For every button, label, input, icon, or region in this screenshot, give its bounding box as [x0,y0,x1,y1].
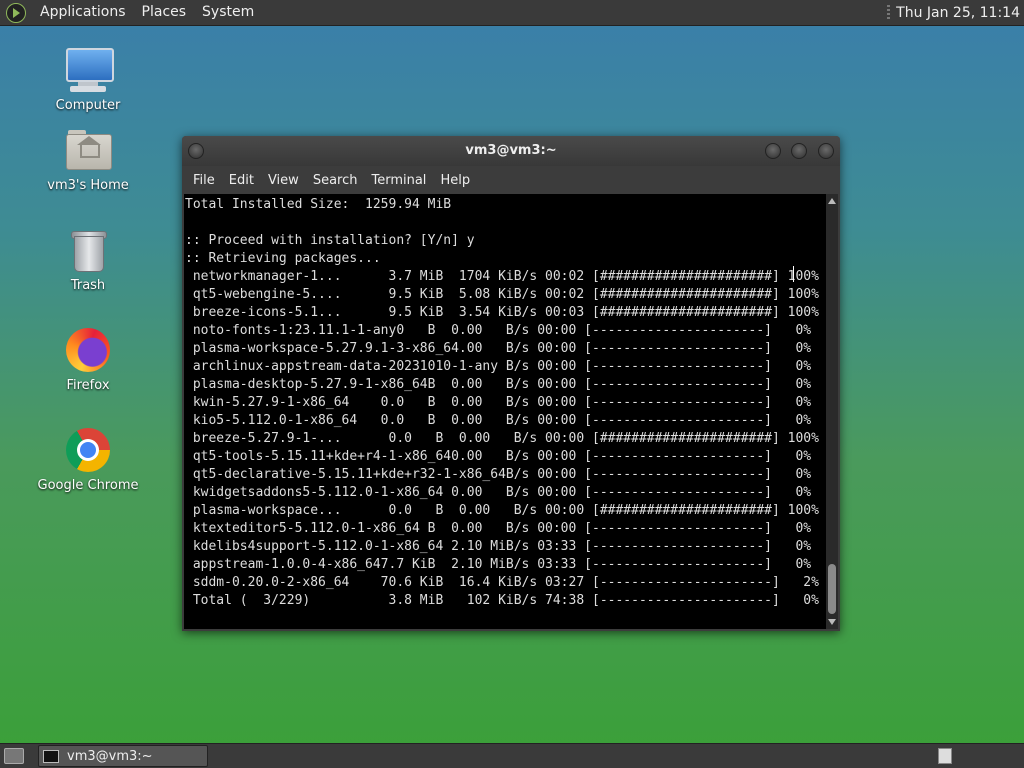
menu-edit[interactable]: Edit [222,173,261,188]
menu-places[interactable]: Places [134,0,195,25]
window-menubar: File Edit View Search Terminal Help [182,166,840,194]
chrome-icon [64,426,112,474]
minimize-button[interactable] [765,143,781,159]
menu-file[interactable]: File [186,173,222,188]
menu-system[interactable]: System [194,0,262,25]
close-button[interactable] [818,143,834,159]
trash-icon [64,226,112,274]
bottom-panel: vm3@vm3:~ [0,743,1024,768]
top-panel: Applications Places System Thu Jan 25, 1… [0,0,1024,26]
menu-view[interactable]: View [261,173,306,188]
scrollbar-thumb[interactable] [828,564,836,614]
panel-grip-icon [887,4,891,21]
terminal-scrollbar[interactable] [826,194,838,629]
scroll-up-icon[interactable] [828,198,836,204]
menu-applications[interactable]: Applications [32,0,134,25]
distro-logo-icon[interactable] [6,2,26,23]
terminal-icon [43,749,59,763]
desktop-icon-label: Firefox [66,378,110,393]
terminal-text: Total Installed Size: 1259.94 MiB :: Pro… [185,197,819,608]
firefox-icon [64,326,112,374]
show-desktop-icon[interactable] [4,748,24,764]
clock[interactable]: Thu Jan 25, 11:14 [896,5,1024,21]
window-titlebar[interactable]: vm3@vm3:~ [182,136,840,166]
desktop-icon-firefox[interactable]: Firefox [33,326,143,393]
taskbar-terminal-button[interactable]: vm3@vm3:~ [38,745,208,767]
menu-terminal[interactable]: Terminal [364,173,433,188]
menu-search[interactable]: Search [306,173,365,188]
maximize-button[interactable] [791,143,807,159]
desktop-icon-home[interactable]: vm3's Home [33,126,143,193]
desktop-icon-chrome[interactable]: Google Chrome [33,426,143,493]
desktop-icon-trash[interactable]: Trash [33,226,143,293]
desktop-icon-label: Computer [55,98,121,113]
terminal-output[interactable]: Total Installed Size: 1259.94 MiB :: Pro… [184,194,826,629]
taskbar-label: vm3@vm3:~ [67,748,153,764]
desktop-icon-label: vm3's Home [47,178,129,193]
scroll-down-icon[interactable] [828,619,836,625]
terminal-window: vm3@vm3:~ File Edit View Search Terminal… [182,136,840,631]
computer-icon [64,46,114,94]
desktop-icon-computer[interactable]: Computer [33,46,143,113]
window-title: vm3@vm3:~ [465,143,557,158]
menu-help[interactable]: Help [433,173,477,188]
desktop-icon-label: Google Chrome [37,478,139,493]
desktop-icon-label: Trash [70,278,106,293]
ibeam-cursor-icon [793,266,794,282]
home-folder-icon [64,126,112,174]
workspace-switcher-icon[interactable] [938,748,952,764]
